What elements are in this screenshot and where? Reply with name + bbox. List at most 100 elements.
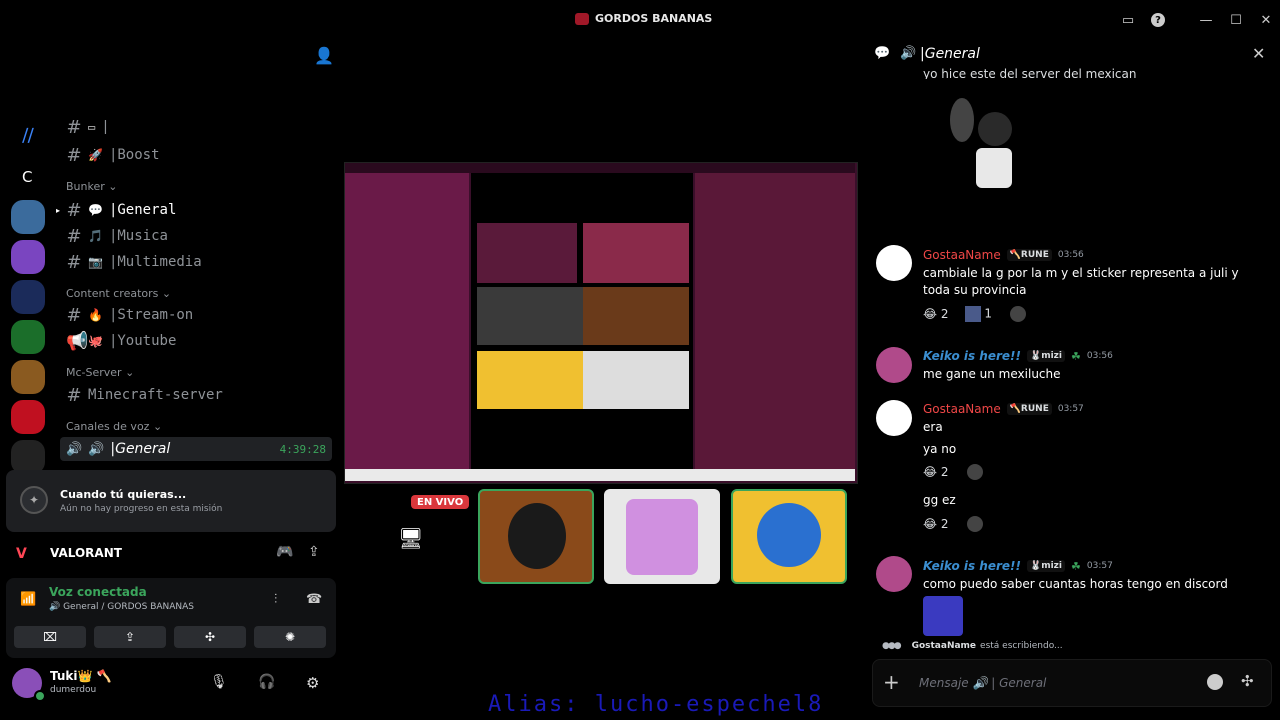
- status-online-icon: [34, 690, 46, 702]
- voice-channel-general[interactable]: 🔊 🔊 |General 4:39:28: [60, 437, 332, 461]
- message-author[interactable]: Keiko is here!!: [923, 559, 1021, 573]
- game-activity: V VALORANT 🎮 ⇪: [6, 536, 336, 572]
- apps-icon[interactable]: ✣: [1241, 672, 1254, 690]
- game-name: VALORANT: [50, 546, 122, 560]
- plus-icon[interactable]: +: [883, 670, 900, 694]
- sticker: [940, 92, 1020, 210]
- message-input-bar[interactable]: + Mensaje 🔊 | General ✣: [872, 659, 1272, 707]
- unread-indicator: ▸: [56, 206, 61, 215]
- role-badge: 🐰mizi: [1027, 350, 1065, 362]
- server-icon[interactable]: [11, 320, 45, 354]
- title-bar: GORDOS BANANAS ▭ ? — ☐ ✕: [0, 0, 1280, 40]
- server-icon[interactable]: [11, 440, 45, 474]
- window-title: GORDOS BANANAS: [575, 12, 712, 25]
- server-letter[interactable]: C: [22, 168, 32, 186]
- thread-icon[interactable]: 💬: [874, 46, 890, 61]
- message-text: era: [923, 420, 943, 434]
- participant-tile[interactable]: [731, 489, 847, 584]
- sticker-body: [976, 148, 1012, 188]
- screen-share-button[interactable]: ⇪: [94, 626, 166, 648]
- speaker-icon: 🔊: [900, 46, 917, 61]
- message-author[interactable]: Keiko is here!!: [923, 349, 1021, 363]
- add-reaction-icon[interactable]: [966, 516, 983, 532]
- microphone-icon[interactable]: 🎙: [210, 674, 228, 690]
- valorant-icon: V: [16, 546, 27, 562]
- message-input[interactable]: Mensaje 🔊 | General: [919, 676, 1046, 690]
- quest-panel[interactable]: ✦ Cuando tú quieras... Aún no hay progre…: [6, 470, 336, 532]
- voice-timer: 4:39:28: [279, 442, 326, 456]
- message-text: ya no: [923, 442, 957, 456]
- disconnect-icon[interactable]: ☎: [306, 592, 322, 607]
- avatar[interactable]: [876, 556, 912, 592]
- channel-minecraft-server[interactable]: # Minecraft-server: [66, 383, 222, 407]
- shared-tile: [477, 287, 583, 345]
- rocket-icon: 🚀: [88, 148, 103, 162]
- avatar[interactable]: [876, 245, 912, 281]
- message-text: me gane un mexiluche: [923, 367, 1061, 381]
- hash-icon: #: [66, 199, 82, 221]
- emoji-icon[interactable]: [1207, 674, 1223, 690]
- channel-multimedia[interactable]: # 📷 |Multimedia: [66, 250, 201, 274]
- activities-button[interactable]: ✣: [174, 626, 246, 648]
- username[interactable]: Tuki👑 🪓: [50, 669, 112, 683]
- maximize-icon[interactable]: ☐: [1226, 10, 1246, 30]
- server-icon[interactable]: [11, 240, 45, 274]
- gamepad-icon[interactable]: 🎮: [276, 544, 293, 560]
- reaction-bar: 😂 2 1: [923, 303, 1026, 325]
- settings-gear-icon[interactable]: ⚙: [306, 674, 319, 692]
- avatar[interactable]: [876, 347, 912, 383]
- voice-panel: 📶 Voz conectada 🔊 General / GORDOS BANAN…: [6, 578, 336, 658]
- chat-header-title: |General: [920, 46, 980, 62]
- channel-stream-on[interactable]: # 🔥 |Stream-on: [66, 303, 193, 327]
- close-window-icon[interactable]: ✕: [1256, 10, 1276, 30]
- stream-game-icon[interactable]: ⇪: [308, 544, 320, 560]
- reaction-laugh[interactable]: 😂 2: [923, 517, 949, 531]
- server-icon[interactable]: [11, 280, 45, 314]
- close-icon[interactable]: ✕: [1252, 44, 1265, 63]
- participant-avatar: [757, 503, 821, 567]
- help-icon[interactable]: ?: [1148, 10, 1168, 30]
- camera-off-button[interactable]: ⌧: [14, 626, 86, 648]
- reaction-laugh[interactable]: 😂 2: [923, 465, 949, 479]
- voice-status[interactable]: Voz conectada: [49, 585, 147, 599]
- category-bunker[interactable]: Bunker ⌄: [66, 180, 117, 193]
- inbox-icon[interactable]: ▭: [1118, 10, 1138, 30]
- channel-boost[interactable]: # 🚀 |Boost: [66, 143, 159, 167]
- participant-tile[interactable]: [478, 489, 594, 584]
- channel-musica[interactable]: # 🎵 |Musica: [66, 224, 168, 248]
- monitor-icon[interactable]: 🖥: [398, 526, 423, 550]
- server-icon[interactable]: [11, 400, 45, 434]
- sticker-head: [978, 112, 1012, 146]
- participant-tile[interactable]: [604, 489, 720, 584]
- reaction-image[interactable]: 1: [964, 306, 992, 322]
- speech-icon: 💬: [88, 203, 103, 217]
- add-reaction-icon[interactable]: [1009, 306, 1026, 322]
- add-reaction-icon[interactable]: [966, 464, 983, 480]
- server-icon[interactable]: [11, 360, 45, 394]
- headphones-icon[interactable]: 🎧: [258, 674, 275, 690]
- category-mc-server[interactable]: Mc-Server ⌄: [66, 366, 134, 379]
- avatar[interactable]: [876, 400, 912, 436]
- channel-partial[interactable]: # ▭ |: [66, 120, 109, 134]
- channel-youtube[interactable]: 📢 🐙 |Youtube: [66, 329, 176, 353]
- server-icon-blue[interactable]: ⧸⧸: [11, 126, 45, 145]
- voice-channel-info[interactable]: 🔊 General / GORDOS BANANAS: [49, 602, 194, 612]
- speaker-live-icon: 🔊: [66, 441, 83, 457]
- soundboard-button[interactable]: ✺: [254, 626, 326, 648]
- message-author[interactable]: GostaaName: [923, 402, 1001, 416]
- server-icon[interactable]: [11, 200, 45, 234]
- reaction-laugh[interactable]: 😂 2: [923, 307, 949, 321]
- noise-suppression-icon[interactable]: ⫶: [274, 592, 277, 607]
- soundboard-icon: ✺: [284, 630, 296, 644]
- reaction-bar: 😂 2: [923, 461, 983, 483]
- fire-icon: 🔥: [88, 308, 103, 322]
- channel-general[interactable]: # 💬 |General: [66, 198, 176, 222]
- server-logo-icon: [575, 12, 589, 25]
- minimize-icon[interactable]: —: [1196, 10, 1216, 30]
- screen-share-view[interactable]: [344, 162, 858, 484]
- add-friend-icon[interactable]: 👤: [314, 46, 334, 65]
- category-content-creators[interactable]: Content creators ⌄: [66, 287, 171, 300]
- category-voice[interactable]: Canales de voz ⌄: [66, 420, 162, 433]
- message-text: gg ez: [923, 493, 956, 507]
- message-author[interactable]: GostaaName: [923, 248, 1001, 262]
